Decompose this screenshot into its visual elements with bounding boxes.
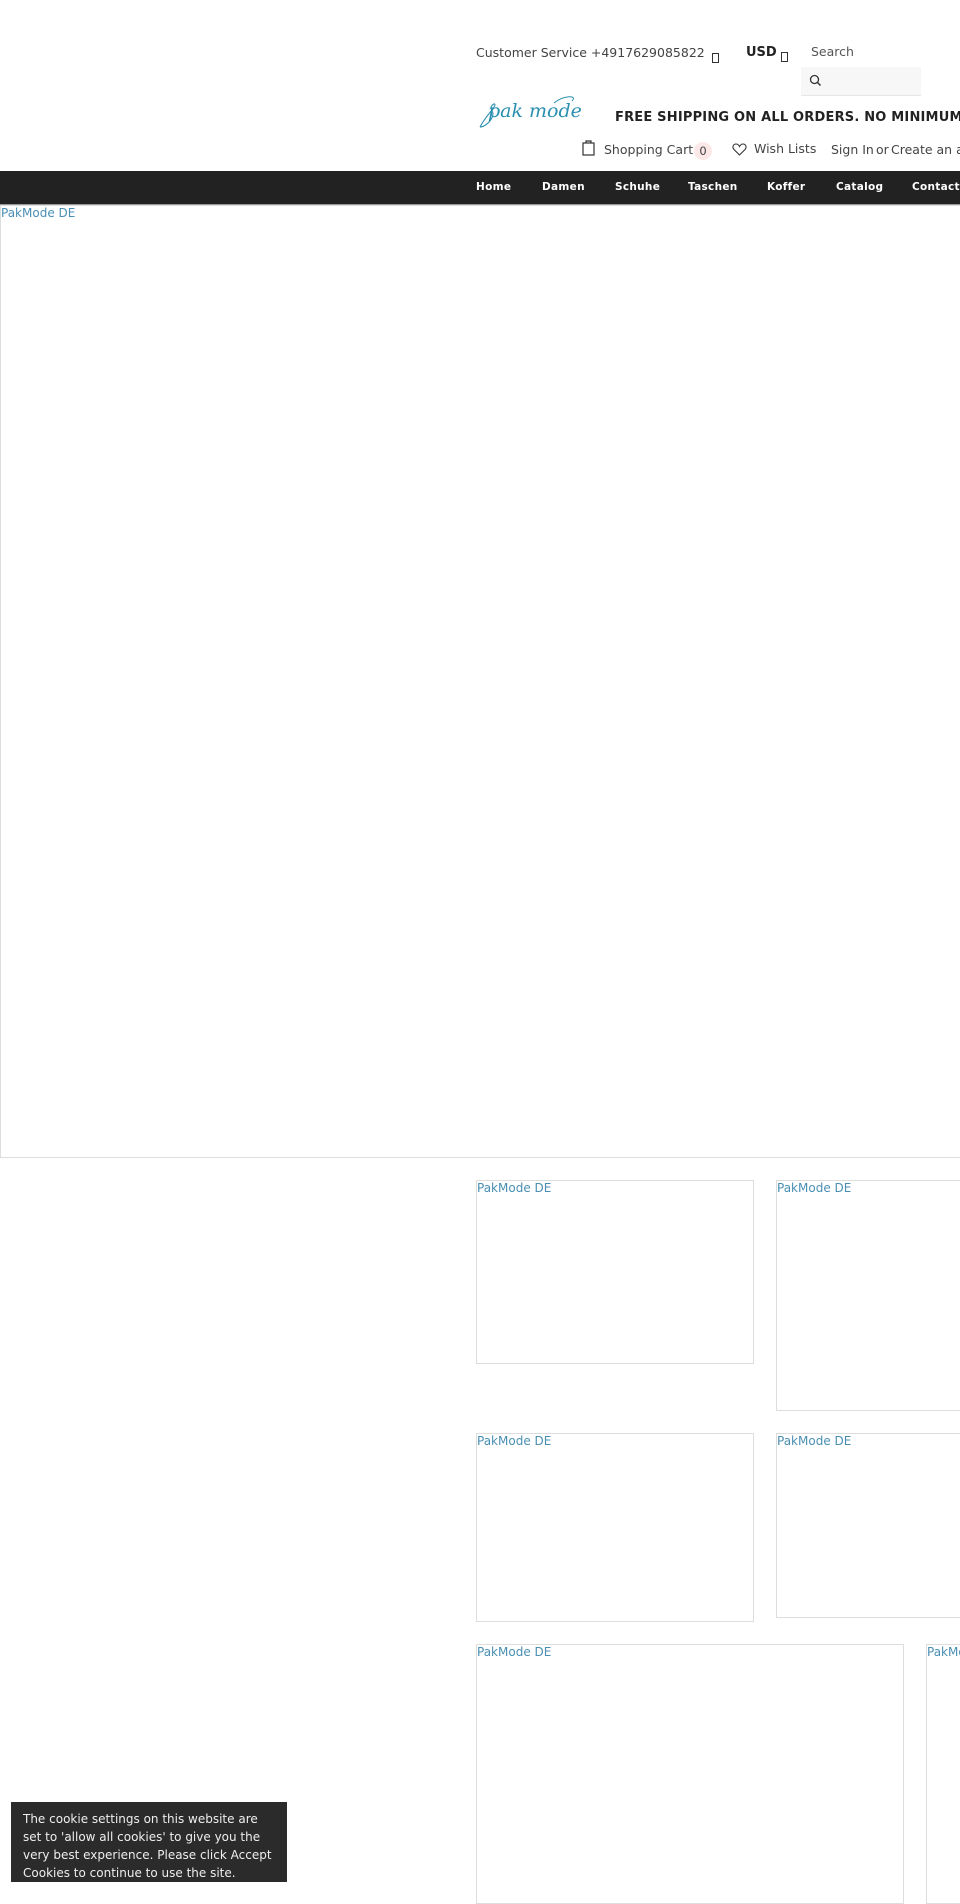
create-account-link[interactable]: Create an account (891, 142, 960, 157)
cart-count-badge: 0 (694, 140, 712, 160)
shopping-cart-link[interactable]: Shopping Cart (604, 142, 693, 157)
cookie-notice: The cookie settings on this website are … (11, 1802, 287, 1882)
sign-in-link[interactable]: Sign In (831, 142, 874, 157)
nav-item-catalog[interactable]: Catalog (836, 181, 883, 193)
customer-service-phone[interactable]: Customer Service +4917629085822 (476, 45, 705, 60)
banner-image[interactable]: PakMode DE (926, 1644, 960, 1904)
nav-item-contact[interactable]: Contact (912, 181, 960, 193)
banner-image-alt: PakMode DE (777, 1434, 852, 1448)
pakmode-logo[interactable]: pak mode (476, 93, 582, 133)
heart-icon[interactable] (732, 141, 747, 160)
banner-image-alt: PakMode DE (777, 1181, 852, 1195)
unknown-glyph-icon[interactable] (712, 48, 719, 67)
nav-item-schuhe[interactable]: Schuhe (615, 181, 660, 193)
nav-item-taschen[interactable]: Taschen (688, 181, 738, 193)
nav-item-damen[interactable]: Damen (542, 181, 585, 193)
banner-image[interactable]: PakMode DE (776, 1180, 960, 1411)
main-nav: Home Damen Schuhe Taschen Koffer Catalog… (0, 171, 960, 205)
hero-image-alt: PakMode DE (1, 206, 76, 220)
search-field[interactable] (827, 71, 919, 93)
search-label: Search (811, 44, 854, 59)
banner-image[interactable]: PakMode DE (476, 1644, 904, 1904)
wish-lists-link[interactable]: Wish Lists (754, 141, 816, 156)
banner-image-alt: PakMode DE (477, 1181, 552, 1195)
shipping-banner: FREE SHIPPING ON ALL ORDERS. NO MINIMUM … (615, 110, 960, 125)
nav-item-koffer[interactable]: Koffer (767, 181, 805, 193)
shopping-bag-icon[interactable] (582, 139, 595, 160)
banner-image[interactable]: PakMode DE (476, 1433, 754, 1622)
banner-image-alt: PakMode DE (477, 1434, 552, 1448)
cookie-notice-text: The cookie settings on this website are … (23, 1812, 272, 1880)
logo-text: pak mode (488, 100, 582, 122)
currency-selector[interactable]: USD (746, 45, 777, 60)
banner-image[interactable]: PakMode DE (776, 1433, 960, 1618)
chevron-down-icon (781, 47, 788, 66)
or-text: or (876, 142, 889, 157)
search-icon (809, 74, 821, 86)
hero-image[interactable]: PakMode DE (0, 205, 960, 1158)
nav-item-home[interactable]: Home (476, 181, 511, 193)
banner-image-alt: PakMode DE (477, 1645, 552, 1659)
search-input[interactable] (801, 67, 921, 96)
banner-image-alt: PakMode DE (927, 1645, 960, 1659)
banner-image[interactable]: PakMode DE (476, 1180, 754, 1364)
